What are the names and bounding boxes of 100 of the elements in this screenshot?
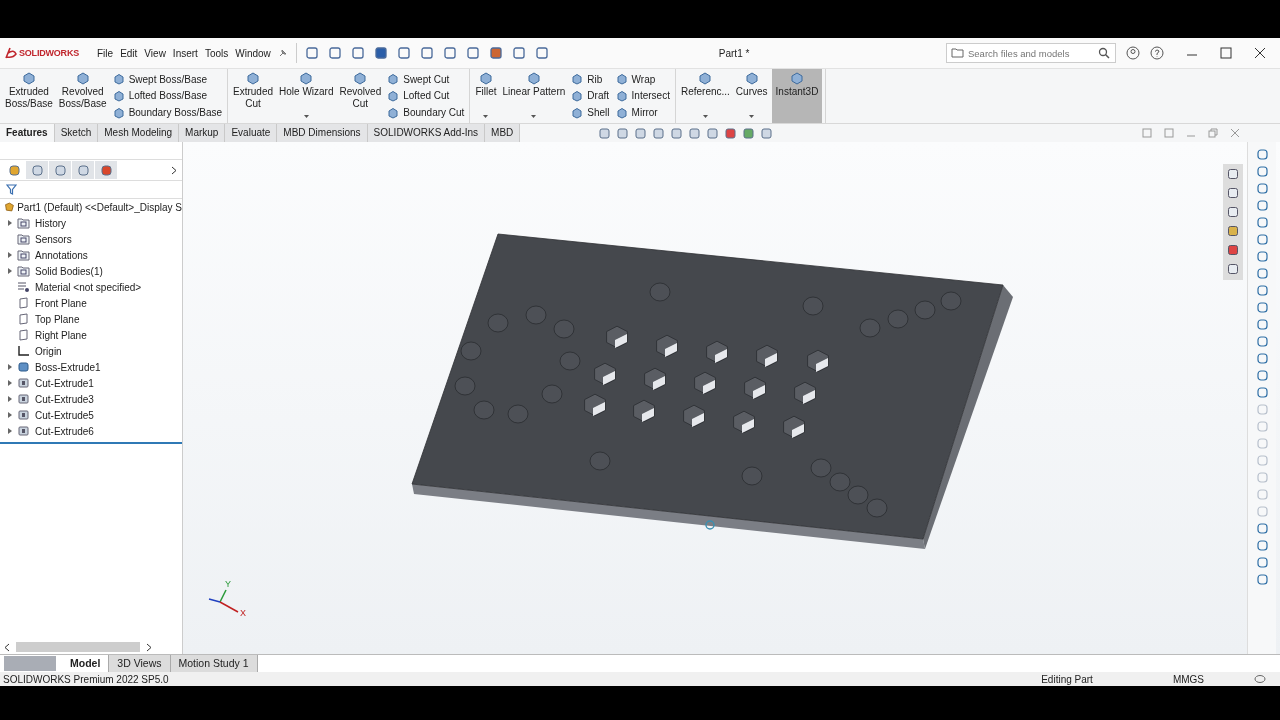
- feature-icon: [112, 73, 125, 86]
- tree-root-label[interactable]: Part1 (Default) <<Default>_Display S: [17, 201, 182, 213]
- expand-arrow-icon[interactable]: [8, 268, 12, 274]
- command-button[interactable]: Shell: [571, 106, 610, 119]
- feature-icon: [615, 106, 628, 119]
- tree-item[interactable]: Cut-Extrude3: [0, 391, 97, 407]
- chat-bubble-icon[interactable]: [1254, 674, 1266, 684]
- close-icon[interactable]: [1254, 47, 1266, 59]
- command-button[interactable]: Instant3D: [771, 69, 823, 123]
- command-button[interactable]: Fillet: [473, 69, 499, 123]
- search-field[interactable]: Search files and models: [946, 43, 1116, 63]
- panel-icon: [30, 163, 44, 177]
- cut-extrude-icon: [17, 425, 30, 437]
- menu-item[interactable]: Tools: [204, 47, 229, 59]
- cut-extrude-icon: [17, 409, 30, 421]
- caret-icon[interactable]: [531, 115, 537, 118]
- feature-icon: [21, 71, 36, 85]
- feature-icon: [571, 106, 584, 119]
- command-button[interactable]: Linear Pattern: [500, 69, 568, 123]
- command-button[interactable]: Draft: [571, 90, 610, 102]
- feature-icon: [75, 71, 90, 85]
- tree-item[interactable]: History: [0, 215, 70, 231]
- caret-icon[interactable]: [303, 115, 309, 118]
- command-button[interactable]: Referenc...: [678, 69, 732, 123]
- panel-tab[interactable]: [49, 161, 71, 179]
- expand-arrow-icon[interactable]: [8, 412, 12, 418]
- command-button[interactable]: Boundary Cut: [387, 106, 465, 119]
- feature-icon: [112, 106, 125, 119]
- menu-item[interactable]: View: [144, 47, 166, 59]
- panel-tab[interactable]: [72, 161, 94, 179]
- status-mode: Editing Part: [1041, 673, 1093, 685]
- command-button[interactable]: Extruded Cut: [231, 69, 276, 123]
- command-button[interactable]: Rib: [571, 73, 610, 86]
- menu-item[interactable]: Window: [235, 47, 271, 59]
- ds-logo-icon: [5, 47, 17, 59]
- feature-icon: [387, 90, 400, 102]
- command-button[interactable]: Lofted Boss/Base: [112, 90, 222, 102]
- scroll-left-icon[interactable]: [4, 642, 10, 652]
- command-button[interactable]: Mirror: [615, 106, 670, 119]
- panel-tab[interactable]: [26, 161, 48, 179]
- feature-icon: [112, 90, 125, 102]
- expand-arrow-icon[interactable]: [8, 220, 12, 226]
- command-button[interactable]: Revolved Cut: [337, 69, 384, 123]
- command-button[interactable]: Lofted Cut: [387, 90, 465, 102]
- command-button[interactable]: Hole Wizard: [277, 69, 336, 123]
- command-button[interactable]: Wrap: [615, 73, 670, 86]
- filter-icon[interactable]: [6, 184, 17, 195]
- model-tab[interactable]: Motion Study 1: [170, 655, 258, 672]
- material-icon: [17, 281, 30, 293]
- tree-item[interactable]: Solid Bodies(1): [0, 263, 106, 279]
- tree-item[interactable]: Cut-Extrude6: [0, 423, 97, 439]
- app-logo: SOLIDWORKS: [19, 48, 79, 58]
- command-button[interactable]: Swept Cut: [387, 73, 465, 86]
- expand-arrow-icon[interactable]: [8, 252, 12, 258]
- expand-arrow-icon[interactable]: [8, 364, 12, 370]
- extrude-icon: [17, 361, 30, 373]
- part-icon: [4, 201, 15, 213]
- caret-icon[interactable]: [483, 115, 489, 118]
- search-icon[interactable]: [1098, 47, 1110, 59]
- command-button[interactable]: Intersect: [615, 90, 670, 102]
- tree-item[interactable]: Top Plane: [0, 311, 83, 327]
- cut-extrude-icon: [17, 377, 30, 389]
- expand-arrow-icon[interactable]: [8, 396, 12, 402]
- caret-icon[interactable]: [749, 115, 755, 118]
- menu-item[interactable]: File: [97, 47, 114, 59]
- tree-item[interactable]: Material <not specified>: [0, 279, 145, 295]
- tree-item[interactable]: Annotations: [0, 247, 91, 263]
- expand-arrow-icon[interactable]: [8, 428, 12, 434]
- tree-item[interactable]: Sensors: [0, 231, 75, 247]
- feature-icon: [571, 73, 584, 86]
- maximize-icon[interactable]: [1220, 47, 1232, 59]
- pin-icon[interactable]: [277, 48, 288, 58]
- tree-item[interactable]: Origin: [0, 343, 65, 359]
- tree-item[interactable]: Boss-Extrude1: [0, 359, 104, 375]
- tree-item[interactable]: Cut-Extrude5: [0, 407, 97, 423]
- tree-item[interactable]: Right Plane: [0, 327, 90, 343]
- command-button[interactable]: Extruded Boss/Base: [3, 69, 55, 123]
- expand-arrow-icon[interactable]: [8, 380, 12, 386]
- tree-item[interactable]: Cut-Extrude1: [0, 375, 97, 391]
- feature-icon: [387, 73, 400, 86]
- scroll-right-icon[interactable]: [146, 642, 152, 652]
- user-icon[interactable]: [1126, 46, 1140, 60]
- chevron-right-icon[interactable]: [171, 165, 177, 175]
- command-button[interactable]: Boundary Boss/Base: [112, 106, 222, 119]
- unit-system[interactable]: MMGS: [1172, 673, 1204, 685]
- scrollbar-thumb[interactable]: [16, 642, 140, 652]
- caret-icon[interactable]: [702, 115, 708, 118]
- tile-left-icon[interactable]: [1142, 128, 1152, 138]
- command-button[interactable]: Curves: [733, 69, 770, 123]
- feature-icon: [246, 71, 261, 85]
- tile-right-icon[interactable]: [1164, 128, 1174, 138]
- menu-item[interactable]: Insert: [172, 47, 198, 59]
- model-tab[interactable]: 3D Views: [109, 655, 171, 672]
- help-icon[interactable]: [1150, 46, 1164, 60]
- command-button[interactable]: Swept Boss/Base: [112, 73, 222, 86]
- panel-tab[interactable]: [95, 161, 117, 179]
- menu-item[interactable]: Edit: [120, 47, 138, 59]
- feature-icon: [353, 71, 368, 85]
- command-button[interactable]: Revolved Boss/Base: [56, 69, 109, 123]
- tree-item[interactable]: Front Plane: [0, 295, 90, 311]
